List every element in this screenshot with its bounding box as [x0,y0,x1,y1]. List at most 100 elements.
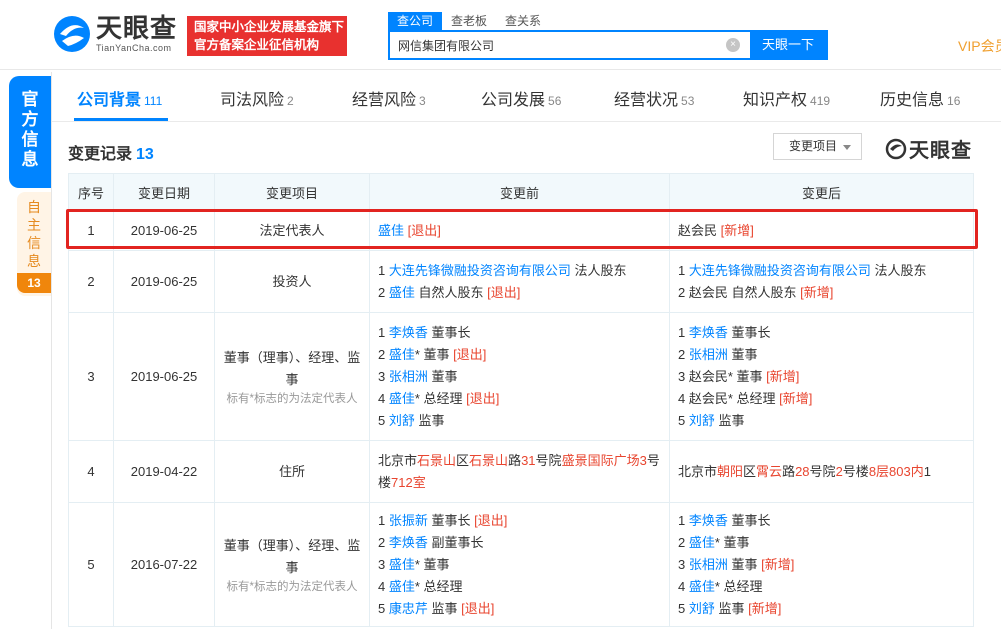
search-button[interactable]: 天眼一下 [750,32,826,58]
vip-link[interactable]: VIP会员 [958,36,1001,56]
change-item-filter-dropdown[interactable]: 变更项目 [773,133,862,160]
tab-operating-risk[interactable]: 经营风险 3 [352,86,426,110]
cell-no: 2 [68,250,114,313]
plain-text: 3 [378,556,389,572]
side-char: 方 [21,110,39,129]
after-line: 2 赵会民 自然人股东 [新增] [678,282,965,304]
tab-label: 经营风险 [352,92,417,109]
status-tag: [退出] [487,284,521,300]
plain-text: 董事 [427,368,458,384]
plain-text: 3 [678,556,689,572]
tab-count: 16 [947,94,961,108]
tab-legal-risk[interactable]: 司法风险 2 [220,86,294,110]
filter-label: 变更项目 [789,139,838,153]
plain-text: 路 [508,452,522,468]
entity-link[interactable]: 张相洲 [389,369,428,384]
entity-link[interactable]: 张振新 [389,513,428,528]
entity-link[interactable]: 盛佳 [389,557,415,572]
entity-link[interactable]: 盛佳 [389,579,415,594]
cell-item: 住所 [214,440,370,503]
tab-company-background[interactable]: 公司背景 111 [77,86,162,110]
cell-after: 赵会民 [新增] [669,210,974,251]
col-header-item: 变更项目 [214,173,370,211]
change-item-text: 投资人 [272,273,312,289]
slogan-line-2: 官方备案企业征信机构 [194,38,320,52]
tab-search-boss[interactable]: 查老板 [442,12,496,30]
tab-count: 2 [287,94,294,108]
after-line: 5 刘舒 监事 [新增] [678,598,965,620]
cell-after: 1 李焕香 董事长 2 张相洲 董事 3 赵会民* 董事 [新增] 4 赵会民* 总经… [669,312,974,441]
before-line: 3 张相洲 董事 [378,366,661,388]
before-line: 3 盛佳* 董事 [378,554,661,576]
plain-text: 董事 [727,346,758,362]
plain-text: 北京市 [678,463,718,479]
entity-link[interactable]: 盛佳 [689,535,715,550]
before-line: 2 盛佳* 董事 [退出] [378,344,661,366]
cell-item: 投资人 [214,250,370,313]
change-records-table: 序号 变更日期 变更项目 变更前 变更后 1 2019-06-25 法定代表人 盛佳 … [68,173,974,627]
tianyancha-watermark-icon [885,138,907,159]
entity-link[interactable]: 张相洲 [689,347,728,362]
cell-after: 1 大连先锋微融投资咨询有限公司 法人股东 2 赵会民 自然人股东 [新增] [669,250,974,313]
tab-search-company[interactable]: 查公司 [388,12,443,30]
plain-text: 4 [678,578,689,594]
entity-link[interactable]: 李焕香 [689,513,728,528]
entity-link[interactable]: 盛佳 [389,285,415,300]
status-tag: [新增] [779,390,813,406]
plain-text: 监事 [714,412,745,428]
after-line: 2 盛佳* 董事 [678,532,965,554]
section-title: 变更记录 13 [68,140,154,164]
entity-link[interactable]: 康忠芹 [389,601,428,616]
entity-link[interactable]: 盛佳 [389,391,415,406]
plain-text: 1 [923,463,931,479]
entity-link[interactable]: 盛佳 [689,579,715,594]
side-char: 信 [27,235,41,251]
status-tag: [新增] [748,600,782,616]
entity-link[interactable]: 张相洲 [689,557,728,572]
search-input[interactable] [390,32,726,58]
cell-item: 法定代表人 [214,210,370,251]
col-header-before: 变更前 [369,173,670,211]
plain-text: 5 [378,600,389,616]
entity-link[interactable]: 李焕香 [389,325,428,340]
after-line: 1 李焕香 董事长 [678,322,965,344]
clear-search-icon[interactable]: × [726,38,740,52]
entity-link[interactable]: 李焕香 [689,325,728,340]
plain-text: 1 [678,324,689,340]
plain-text: * 董事 [714,534,750,550]
logo-domain: TianYanCha.com [96,43,172,53]
entity-link[interactable]: 大连先锋微融投资咨询有限公司 [389,263,571,278]
cell-no: 5 [68,502,114,627]
entity-link[interactable]: 刘舒 [689,601,715,616]
plain-text: 1 [678,262,689,278]
entity-link[interactable]: 盛佳 [389,347,415,362]
tab-search-relation[interactable]: 查关系 [496,12,550,30]
entity-link[interactable]: 李焕香 [389,535,428,550]
tab-company-development[interactable]: 公司发展 56 [481,86,561,110]
plain-text: 监事 [714,600,749,616]
side-tab-official-info[interactable]: 官 方 信 息 [9,76,51,188]
company-info-panel: 公司背景 111 司法风险 2 经营风险 3 公司发展 56 经营状况 53 知识产权 41… [51,72,1001,629]
entity-link[interactable]: 大连先锋微融投资咨询有限公司 [689,263,871,278]
entity-link[interactable]: 盛佳 [378,223,404,238]
diff-highlight: 室 [412,474,426,490]
tab-operating-status[interactable]: 经营状况 53 [614,86,694,110]
tab-intellectual-property[interactable]: 知识产权 419 [743,86,830,110]
diff-highlight: 28 [795,463,810,479]
table-row: 1 2019-06-25 法定代表人 盛佳 [退出] 赵会民 [新增] [68,210,974,251]
plain-text: 监事 [414,412,445,428]
status-tag: [退出] [453,346,487,362]
tab-history-info[interactable]: 历史信息 16 [880,86,960,110]
tab-label: 历史信息 [880,92,945,109]
cell-no: 1 [68,210,114,251]
tab-label: 知识产权 [743,92,808,109]
entity-link[interactable]: 刘舒 [689,413,715,428]
plain-text: 法人股东 [570,262,627,278]
side-char: 官 [21,90,39,109]
after-line: 4 盛佳* 总经理 [678,576,965,598]
cell-after: 北京市朝阳区霄云路28号院2号楼8层803内1 [669,440,974,503]
entity-link[interactable]: 刘舒 [389,413,415,428]
plain-text: * 总经理 [714,578,763,594]
tianyancha-logo[interactable]: 天眼查 TianYanCha.com [52,14,177,54]
logo-wordmark: 天眼查 [96,14,178,44]
